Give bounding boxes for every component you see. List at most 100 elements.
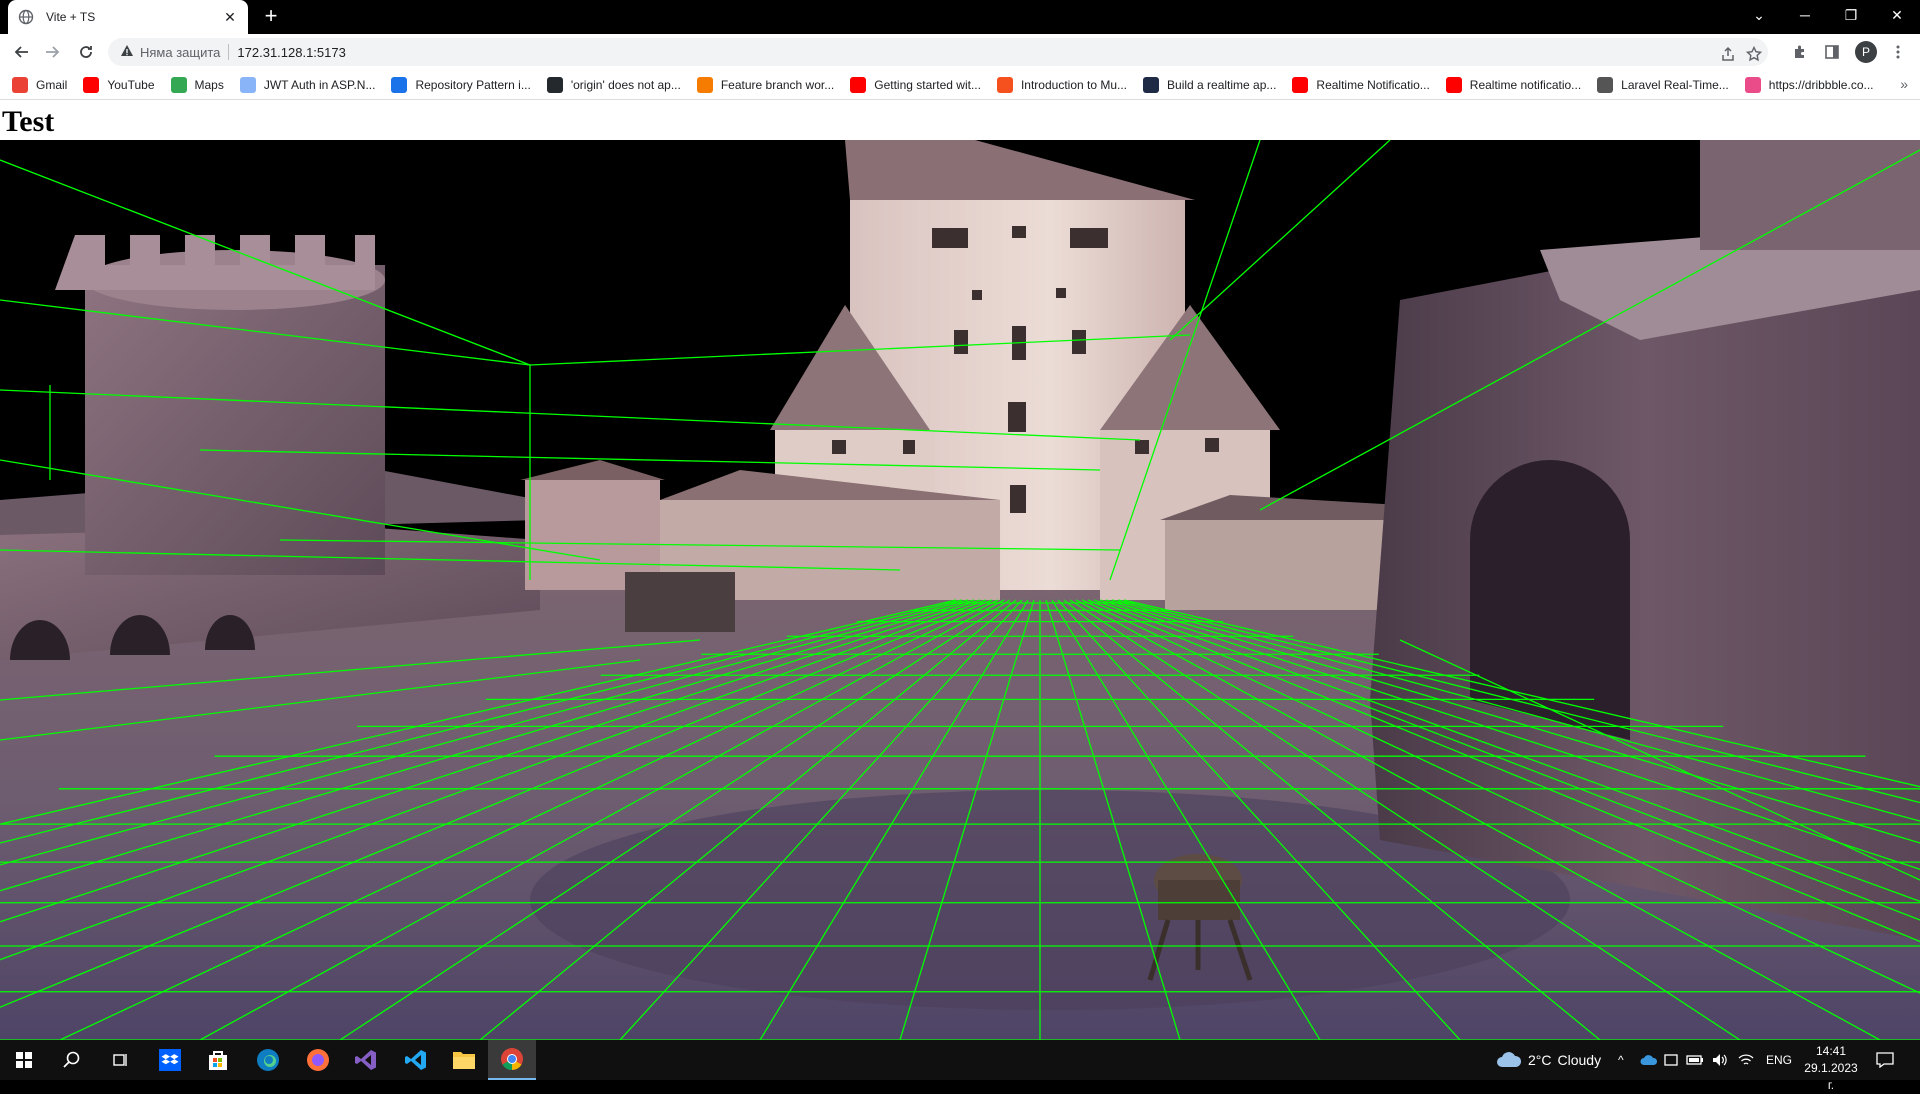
- bookmark-item[interactable]: Realtime Notificatio...: [1292, 76, 1430, 93]
- bookmark-item[interactable]: Laravel Real-Time...: [1597, 76, 1729, 93]
- weather-widget[interactable]: 2°C Cloudy: [1496, 1040, 1601, 1080]
- bookmark-item[interactable]: Gmail: [12, 76, 68, 93]
- vscode-icon[interactable]: [392, 1040, 440, 1080]
- clock-date: 29.1.2023 г.: [1804, 1061, 1858, 1092]
- new-tab-button[interactable]: +: [258, 4, 284, 30]
- page-heading: Test: [2, 105, 55, 138]
- address-separator: [228, 44, 230, 60]
- bookmark-item[interactable]: Build a realtime ap...: [1143, 76, 1277, 93]
- reload-button[interactable]: [72, 38, 100, 66]
- file-explorer-icon[interactable]: [440, 1040, 488, 1080]
- clock-time: 14:41: [1815, 1044, 1847, 1058]
- bookmark-item[interactable]: Feature branch wor...: [696, 76, 835, 93]
- start-icon[interactable]: [0, 1040, 48, 1080]
- tab-active[interactable]: Vite + TS ✕: [8, 0, 248, 34]
- browser-toolbar: Няма защита 172.31.128.1:5173: [0, 34, 1920, 70]
- search-icon[interactable]: [48, 1040, 96, 1080]
- address-bar[interactable]: Няма защита 172.31.128.1:5173: [108, 38, 1768, 66]
- side-panel-icon[interactable]: [1818, 38, 1846, 66]
- back-button[interactable]: [8, 38, 36, 66]
- bookmark-item[interactable]: Maps: [170, 76, 224, 93]
- extensions-icon[interactable]: [1786, 38, 1814, 66]
- visual-studio-icon[interactable]: [342, 1040, 390, 1080]
- bookmark-label: Maps: [194, 77, 224, 92]
- house-right: [1165, 520, 1395, 610]
- notifications-icon[interactable]: [1876, 1040, 1894, 1080]
- forward-button[interactable]: [38, 38, 66, 66]
- maps-icon: [170, 76, 187, 93]
- atlassian-icon: [696, 76, 713, 93]
- bookmarks-overflow-icon[interactable]: »: [1900, 76, 1908, 92]
- chrome-icon[interactable]: [488, 1040, 536, 1080]
- defender-icon[interactable]: [1664, 1040, 1678, 1080]
- youtube-icon: [1292, 76, 1309, 93]
- security-label[interactable]: Няма защита: [140, 45, 220, 60]
- dark-doc-icon: [1143, 76, 1160, 93]
- bookmark-label: Feature branch wor...: [720, 77, 835, 92]
- tab-close-icon[interactable]: ✕: [222, 9, 238, 26]
- volume-icon[interactable]: [1712, 1040, 1728, 1080]
- jwt-icon: [239, 76, 256, 93]
- bookmark-item[interactable]: YouTube: [83, 76, 155, 93]
- share-icon[interactable]: [1718, 44, 1738, 64]
- bookmark-label: Build a realtime ap...: [1167, 77, 1277, 92]
- globe-icon: [18, 9, 34, 25]
- youtube-icon: [1445, 76, 1462, 93]
- bookmark-label: https://dribbble.co...: [1768, 77, 1874, 92]
- weather-condition: Cloudy: [1557, 1052, 1602, 1068]
- bookmark-label: Gmail: [36, 77, 68, 92]
- bookmark-item[interactable]: JWT Auth in ASP.N...: [239, 76, 376, 93]
- bookmark-item[interactable]: Getting started wit...: [850, 76, 981, 93]
- bookmark-label: JWT Auth in ASP.N...: [263, 77, 376, 92]
- bookmark-star-icon[interactable]: [1744, 44, 1764, 64]
- github-icon: [546, 76, 563, 93]
- bookmark-item[interactable]: Realtime notificatio...: [1445, 76, 1582, 93]
- menu-icon[interactable]: [1884, 38, 1912, 66]
- laravel-icon: [1597, 76, 1614, 93]
- dropbox-icon[interactable]: [146, 1040, 194, 1080]
- url-text[interactable]: 172.31.128.1:5173: [237, 45, 345, 60]
- bookmark-label: Introduction to Mu...: [1020, 77, 1128, 92]
- tab-title: Vite + TS: [46, 10, 96, 24]
- battery-icon[interactable]: [1686, 1040, 1704, 1080]
- profile-avatar[interactable]: P: [1855, 41, 1877, 63]
- windows-taskbar: 2°C Cloudy ^ ENG 14:41 29.1.2023 г.: [0, 1040, 1920, 1092]
- firefox-icon[interactable]: [294, 1040, 342, 1080]
- clock[interactable]: 14:41 29.1.2023 г.: [1800, 1043, 1862, 1094]
- right-tower-top: [1700, 140, 1920, 250]
- 3d-scene-canvas[interactable]: [0, 140, 1920, 1040]
- onedrive-icon[interactable]: [1640, 1040, 1658, 1080]
- bookmark-label: Getting started wit...: [874, 77, 981, 92]
- bookmark-item[interactable]: 'origin' does not ap...: [546, 76, 681, 93]
- tab-search-icon[interactable]: ⌄: [1736, 0, 1782, 30]
- cart: [625, 572, 735, 632]
- close-window-button[interactable]: ✕: [1874, 0, 1920, 30]
- task-view-icon[interactable]: [96, 1040, 144, 1080]
- bookmark-label: 'origin' does not ap...: [570, 77, 681, 92]
- youtube-icon: [83, 76, 100, 93]
- bookmark-label: Repository Pattern i...: [415, 77, 531, 92]
- youtube-icon: [850, 76, 867, 93]
- bookmark-item[interactable]: Repository Pattern i...: [391, 76, 531, 93]
- bookmark-label: Realtime notificatio...: [1469, 77, 1582, 92]
- left-tower: [85, 265, 385, 575]
- warning-icon[interactable]: [120, 44, 134, 61]
- restore-button[interactable]: ❐: [1828, 0, 1874, 30]
- store-icon[interactable]: [194, 1040, 242, 1080]
- bookmarks-bar: Gmail YouTube Maps JWT Auth in ASP.N... Repo…: [0, 70, 1920, 100]
- right-archway: [1470, 460, 1630, 740]
- edge-icon[interactable]: [244, 1040, 292, 1080]
- bookmark-a-icon: [996, 76, 1013, 93]
- tab-strip: Vite + TS ✕ + ⌄ ─ ❐ ✕: [0, 0, 1920, 34]
- medium-icon: [391, 76, 408, 93]
- wifi-icon[interactable]: [1738, 1040, 1754, 1080]
- language-indicator[interactable]: ENG: [1766, 1040, 1792, 1080]
- gmail-icon: [12, 76, 28, 93]
- bookmark-item[interactable]: Introduction to Mu...: [996, 76, 1128, 93]
- show-hidden-icons-icon[interactable]: ^: [1618, 1040, 1624, 1080]
- weather-temp: 2°C: [1528, 1052, 1552, 1068]
- bookmark-label: YouTube: [107, 77, 155, 92]
- cloud-icon: [1496, 1050, 1522, 1071]
- minimize-button[interactable]: ─: [1782, 0, 1828, 30]
- bookmark-item[interactable]: https://dribbble.co...: [1744, 76, 1874, 93]
